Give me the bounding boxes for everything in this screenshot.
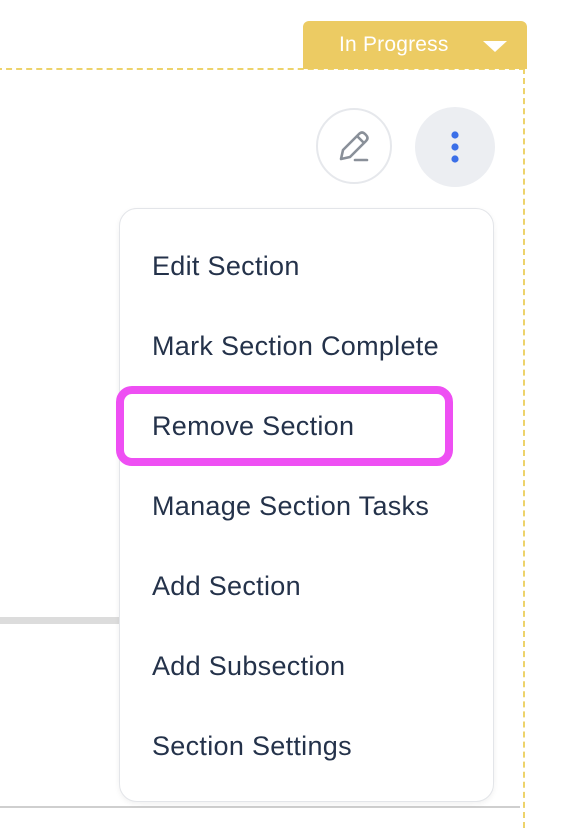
menu-item-section-settings[interactable]: Section Settings	[152, 726, 352, 766]
highlight-annotation	[116, 386, 453, 466]
chevron-down-icon	[483, 41, 507, 52]
menu-item-edit-section[interactable]: Edit Section	[152, 246, 300, 286]
progress-track	[0, 617, 120, 624]
edit-section-button[interactable]	[316, 108, 392, 184]
status-label: In Progress	[339, 33, 449, 56]
more-options-button[interactable]	[415, 107, 495, 187]
status-dropdown[interactable]: In Progress	[303, 21, 527, 69]
menu-item-add-subsection[interactable]: Add Subsection	[152, 646, 345, 686]
section-options-menu: Edit Section Mark Section Complete Remov…	[119, 208, 494, 802]
pencil-icon	[339, 131, 369, 162]
menu-item-add-section[interactable]: Add Section	[152, 566, 301, 606]
menu-item-mark-section-complete[interactable]: Mark Section Complete	[152, 326, 439, 366]
vertical-ellipsis-icon	[451, 131, 459, 163]
menu-item-manage-section-tasks[interactable]: Manage Section Tasks	[152, 486, 429, 526]
